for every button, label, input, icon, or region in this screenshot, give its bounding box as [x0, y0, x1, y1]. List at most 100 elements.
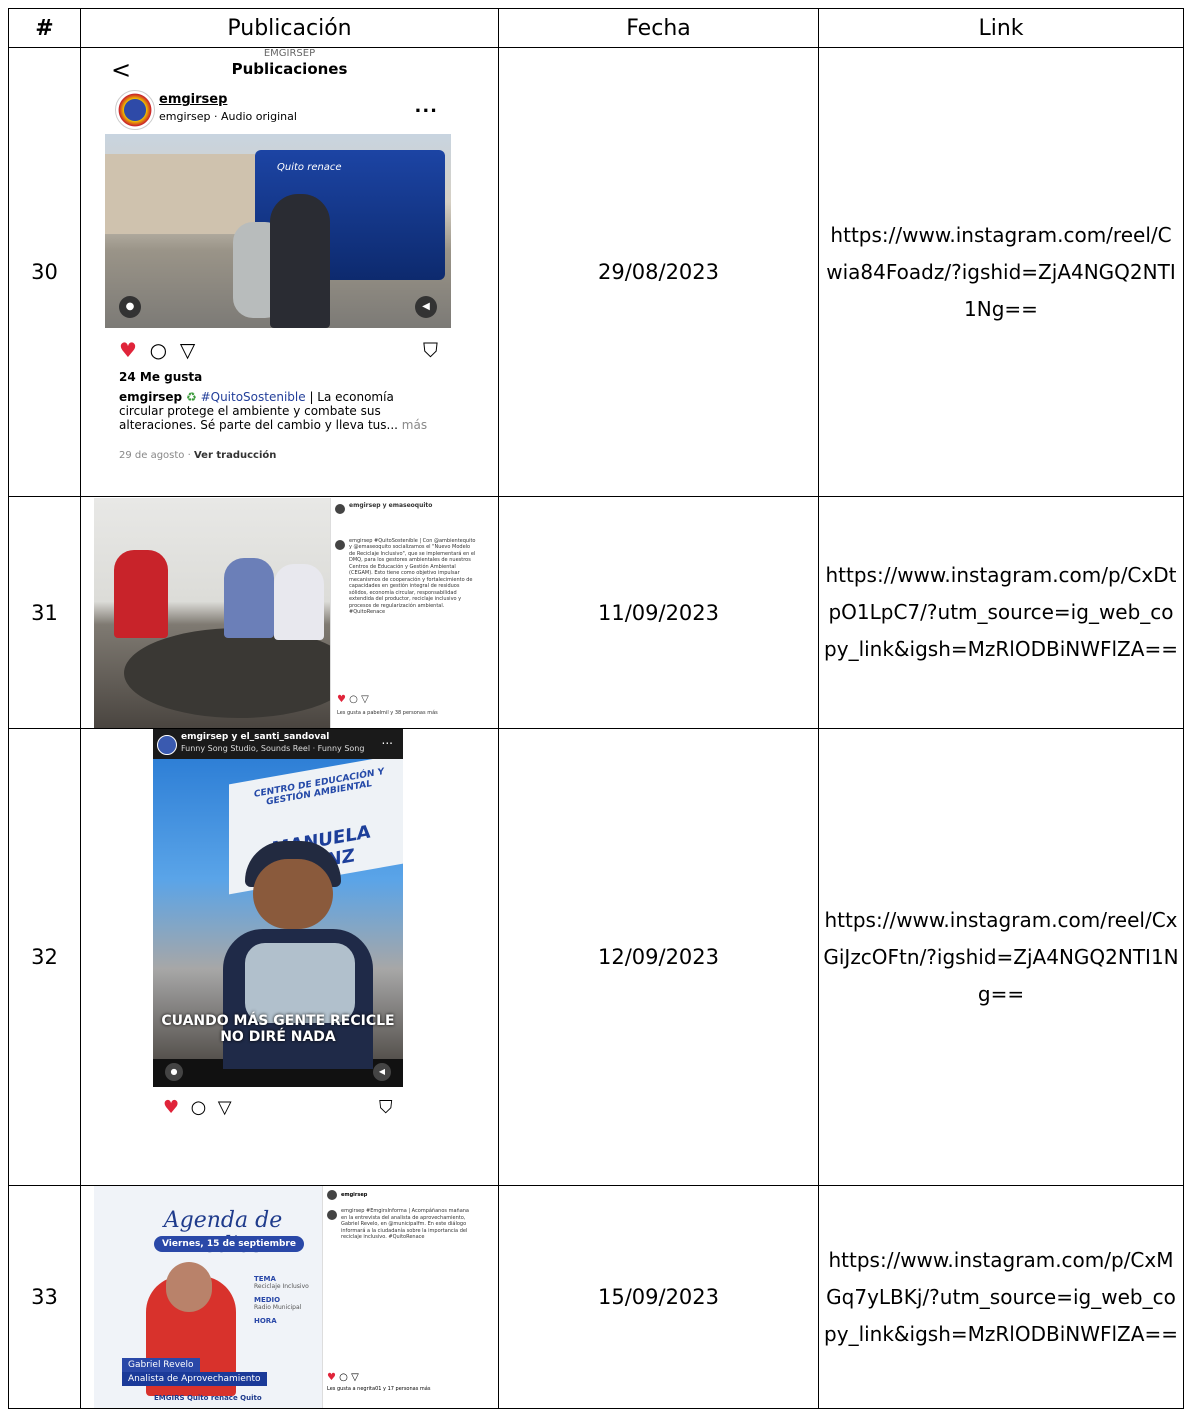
caption-username: emgirsep — [119, 390, 183, 404]
likes-count: Les gusta a negrita01 y 17 personas más — [327, 1386, 431, 1392]
publications-table: # Publicación Fecha Link 30 < EMGIRSEP P… — [8, 8, 1184, 1409]
meeting-table — [124, 627, 330, 718]
row-number: 32 — [8, 728, 81, 1186]
table-row: 33 Agenda de medios Viernes, 15 de septi… — [8, 1185, 1184, 1409]
person-head — [253, 859, 333, 929]
avatar — [157, 735, 177, 755]
post-subtitle: emgirsep · Audio original — [159, 110, 297, 123]
instagram-post-screenshot: Agenda de medios Viernes, 15 de septiemb… — [82, 1186, 498, 1408]
header-number: # — [8, 8, 81, 48]
page-title: Publicaciones — [231, 60, 348, 78]
video-overlay-text: CUANDO MÁS GENTE RECICLE NO DIRÉ NADA — [161, 1013, 395, 1045]
link-cell: https://www.instagram.com/reel/CxGiJzcOF… — [818, 728, 1184, 1186]
post-media: Quito renace ● ◀ — [105, 134, 451, 328]
post-username: emgirsep — [341, 1192, 368, 1198]
post-song: Funny Song Studio, Sounds Reel · Funny S… — [181, 744, 365, 753]
heart-icon: ♥ — [337, 693, 346, 705]
header-row: # Publicación Fecha Link — [8, 8, 1184, 48]
post-date-text: 29 de agosto · — [119, 450, 194, 461]
tema-label: TEMA — [254, 1275, 276, 1283]
avatar — [327, 1190, 337, 1200]
comment-icon: ○ — [349, 693, 358, 705]
bookmark-icon: ⛉ — [379, 1097, 393, 1118]
sound-icon: ◀ — [373, 1063, 391, 1081]
header-publication: Publicación — [80, 8, 499, 48]
medio-label: MEDIO — [254, 1296, 281, 1304]
person — [224, 557, 274, 638]
plastic-bottles — [245, 943, 355, 1023]
caption-more: más — [397, 418, 428, 432]
post-actions: ♥ ○ ▽ — [327, 1372, 359, 1383]
publication-cell: CENTRO DE EDUCACIÓN Y GESTIÓN AMBIENTAL … — [80, 728, 499, 1186]
post-caption: emgirsep ♻ #QuitoSostenible | La economí… — [119, 390, 439, 432]
account-label: EMGIRSEP — [263, 48, 316, 60]
post-media: CENTRO DE EDUCACIÓN Y GESTIÓN AMBIENTAL … — [153, 729, 403, 1087]
post-username: emgirsep — [159, 92, 228, 107]
person — [274, 563, 324, 640]
bookmark-icon: ⛉ — [423, 338, 438, 362]
publication-cell: emgirsep y emaseoquito emgirsep #QuitoSo… — [80, 496, 499, 729]
heart-icon: ♥ — [119, 338, 137, 362]
person — [114, 549, 168, 638]
building — [105, 154, 255, 234]
instagram-post-screenshot: < EMGIRSEP Publicaciones emgirsep emgirs… — [82, 48, 498, 496]
sound-icon: ◀ — [415, 296, 437, 318]
comment-icon: ○ — [339, 1372, 348, 1383]
heart-icon: ♥ — [327, 1372, 336, 1383]
link-cell: https://www.instagram.com/reel/Cwia84Foa… — [818, 47, 1184, 497]
post-caption: emgirsep #EmgirsInforma | Acompáñanos ma… — [341, 1208, 469, 1240]
table-row: 32 CENTRO DE EDUCACIÓN Y GESTIÓN AMBIENT… — [8, 728, 1184, 1186]
poster-info: TEMA Reciclaje Inclusivo MEDIO Radio Mun… — [254, 1276, 309, 1325]
row-number: 30 — [8, 47, 81, 497]
post-username: emgirsep y el_santi_sandoval — [181, 732, 330, 742]
post-actions: ♥ ○ ▽ — [163, 1097, 232, 1118]
user-tag-icon: ● — [119, 296, 141, 318]
header-link: Link — [818, 8, 1184, 48]
row-number: 33 — [8, 1185, 81, 1409]
poster-name: Gabriel Revelo — [122, 1358, 200, 1372]
table-row: 30 < EMGIRSEP Publicaciones emgirsep emg… — [8, 47, 1184, 497]
hora-label: HORA — [254, 1317, 277, 1325]
tema-value: Reciclaje Inclusivo — [254, 1283, 309, 1290]
likes-count: Les gusta a pabelmil y 38 personas más — [337, 709, 438, 716]
avatar — [335, 539, 345, 550]
comment-icon: ○ — [149, 338, 168, 362]
media-agenda-poster: Agenda de medios Viernes, 15 de septiemb… — [94, 1186, 322, 1408]
caption-hashtag: #QuitoSostenible — [200, 390, 306, 404]
poster-role: Analista de Aprovechamiento — [122, 1372, 267, 1386]
post-username: emgirsep y emaseoquito — [349, 501, 433, 509]
share-icon: ▽ — [361, 693, 369, 705]
bus-label: Quito renace — [277, 162, 342, 173]
table-row: 31 emgirsep y emaseoquito emgirsep #Quit… — [8, 496, 1184, 729]
instagram-post-screenshot: emgirsep y emaseoquito emgirsep #QuitoSo… — [82, 497, 498, 728]
post-date: 29 de agosto · Ver traducción — [119, 450, 276, 461]
poster-date: Viernes, 15 de septiembre — [154, 1236, 304, 1252]
avatar — [115, 90, 155, 130]
date-cell: 15/09/2023 — [498, 1185, 819, 1409]
post-sidebar: emgirsep emgirsep #EmgirsInforma | Acomp… — [322, 1186, 481, 1408]
avatar — [335, 503, 345, 514]
post-actions: ♥ ○ ▽ — [119, 338, 195, 362]
date-cell: 12/09/2023 — [498, 728, 819, 1186]
avatar — [327, 1210, 337, 1220]
share-icon: ▽ — [217, 1097, 232, 1118]
post-photo — [94, 497, 330, 728]
post-caption: emgirsep #QuitoSostenible | Con @ambient… — [349, 537, 476, 616]
person — [270, 194, 330, 328]
poster-logos: EMGIRS Quito renace Quito — [154, 1394, 262, 1402]
publication-cell: Agenda de medios Viernes, 15 de septiemb… — [80, 1185, 499, 1409]
date-cell: 29/08/2023 — [498, 47, 819, 497]
post-actions: ♥ ○ ▽ — [337, 694, 369, 705]
likes-count: 24 Me gusta — [119, 370, 203, 384]
comment-icon: ○ — [190, 1097, 207, 1118]
publication-cell: < EMGIRSEP Publicaciones emgirsep emgirs… — [80, 47, 499, 497]
person-head — [166, 1262, 212, 1312]
user-tag-icon: ● — [165, 1063, 183, 1081]
post-header: emgirsep y el_santi_sandoval Funny Song … — [153, 729, 403, 759]
share-icon: ▽ — [351, 1372, 359, 1383]
heart-icon: ♥ — [163, 1097, 180, 1118]
instagram-post-screenshot: CENTRO DE EDUCACIÓN Y GESTIÓN AMBIENTAL … — [82, 729, 498, 1185]
link-cell: https://www.instagram.com/p/CxDtpO1LpC7/… — [818, 496, 1184, 729]
recycle-icon: ♻ — [185, 390, 197, 404]
share-icon: ▽ — [179, 338, 196, 362]
